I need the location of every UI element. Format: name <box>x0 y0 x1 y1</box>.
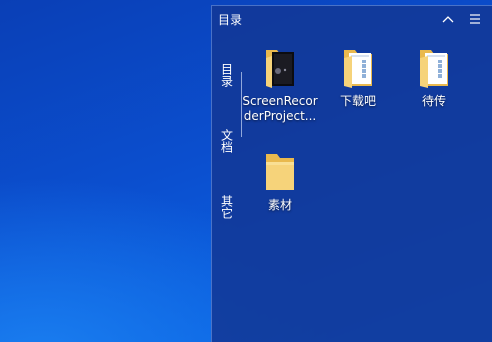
folder-label: 素材 <box>267 198 292 212</box>
folder-item-downloads[interactable]: 下载吧 <box>319 46 397 109</box>
desktop-fence-panel: 目录 目录 文档 其它 ScreenRecorderProject... 下载吧… <box>211 5 492 342</box>
desktop-background: 目录 目录 文档 其它 ScreenRecorderProject... 下载吧… <box>0 0 492 342</box>
sidebar-tabs: 目录 文档 其它 <box>212 44 242 244</box>
sidebar-tab-label: 目录 <box>219 63 234 87</box>
menu-button[interactable] <box>467 11 483 27</box>
hamburger-menu-icon <box>470 14 480 24</box>
chevron-up-icon <box>442 16 454 23</box>
folder-label: ScreenRecorderProject... <box>242 94 318 123</box>
folder-item-pending-upload[interactable]: 待传 <box>395 46 473 109</box>
sidebar-tab-catalog[interactable]: 目录 <box>218 63 234 90</box>
folder-item-materials[interactable]: 素材 <box>241 150 319 213</box>
collapse-button[interactable] <box>440 11 456 27</box>
panel-header: 目录 <box>212 6 492 34</box>
sidebar-tab-documents[interactable]: 文档 <box>218 129 234 156</box>
panel-title: 目录 <box>218 13 243 27</box>
folder-item-screenrecorder[interactable]: ScreenRecorderProject... <box>241 46 319 124</box>
folder-icon <box>266 50 294 88</box>
folder-label: 下载吧 <box>339 94 376 108</box>
folder-icon <box>420 50 448 88</box>
sidebar-tab-label: 文档 <box>219 129 234 153</box>
folder-icon <box>266 154 294 190</box>
sidebar-tab-label: 其它 <box>219 195 234 219</box>
sidebar-tab-other[interactable]: 其它 <box>218 195 234 222</box>
folder-label: 待传 <box>421 94 446 108</box>
folder-icon <box>344 50 372 88</box>
